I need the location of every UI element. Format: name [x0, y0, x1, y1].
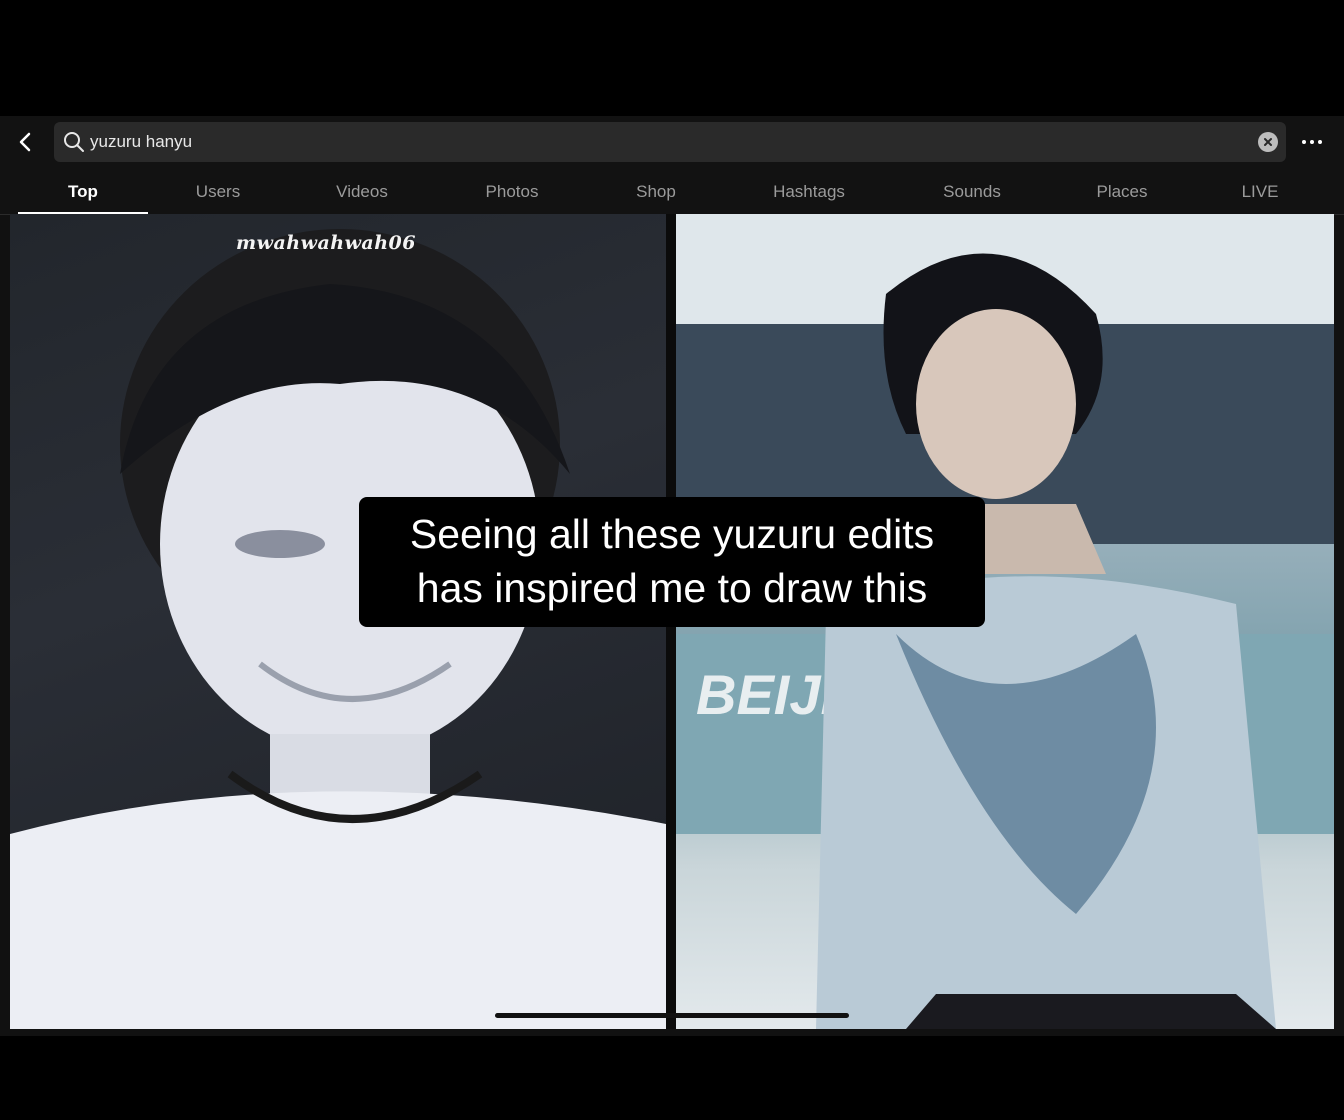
tab-top[interactable]: Top: [18, 170, 148, 214]
video-watermark: mwahwahwah06: [236, 232, 416, 254]
chevron-left-icon: [19, 132, 31, 152]
caption-line-1: Seeing all these yuzuru edits: [409, 511, 935, 557]
search-header: [0, 116, 1344, 170]
search-input[interactable]: [90, 122, 1240, 162]
search-tabs: Top Users Videos Photos Shop Hashtags So…: [0, 170, 1344, 215]
search-icon: [64, 132, 84, 152]
more-icon: [1302, 140, 1322, 144]
video-caption: Seeing all these yuzuru edits has inspir…: [359, 497, 985, 627]
tab-photos[interactable]: Photos: [462, 170, 562, 214]
tab-videos[interactable]: Videos: [312, 170, 412, 214]
tab-users[interactable]: Users: [168, 170, 268, 214]
back-button[interactable]: [12, 128, 40, 156]
search-bar[interactable]: [54, 122, 1286, 162]
video-progress-bar[interactable]: [495, 1013, 849, 1018]
video-player[interactable]: mwahwahwah06 BEIJING 2022 Seeing all the…: [10, 214, 1334, 1029]
search-results-screen: Top Users Videos Photos Shop Hashtags So…: [0, 116, 1344, 1036]
tab-shop[interactable]: Shop: [606, 170, 706, 214]
clear-icon: [1264, 138, 1272, 146]
caption-line-2: has inspired me to draw this: [416, 565, 928, 611]
tab-places[interactable]: Places: [1072, 170, 1172, 214]
tab-sounds[interactable]: Sounds: [922, 170, 1022, 214]
tab-hashtags[interactable]: Hashtags: [754, 170, 864, 214]
clear-search-button[interactable]: [1258, 132, 1278, 152]
more-options-button[interactable]: [1298, 128, 1328, 156]
tab-live[interactable]: LIVE: [1220, 170, 1300, 214]
